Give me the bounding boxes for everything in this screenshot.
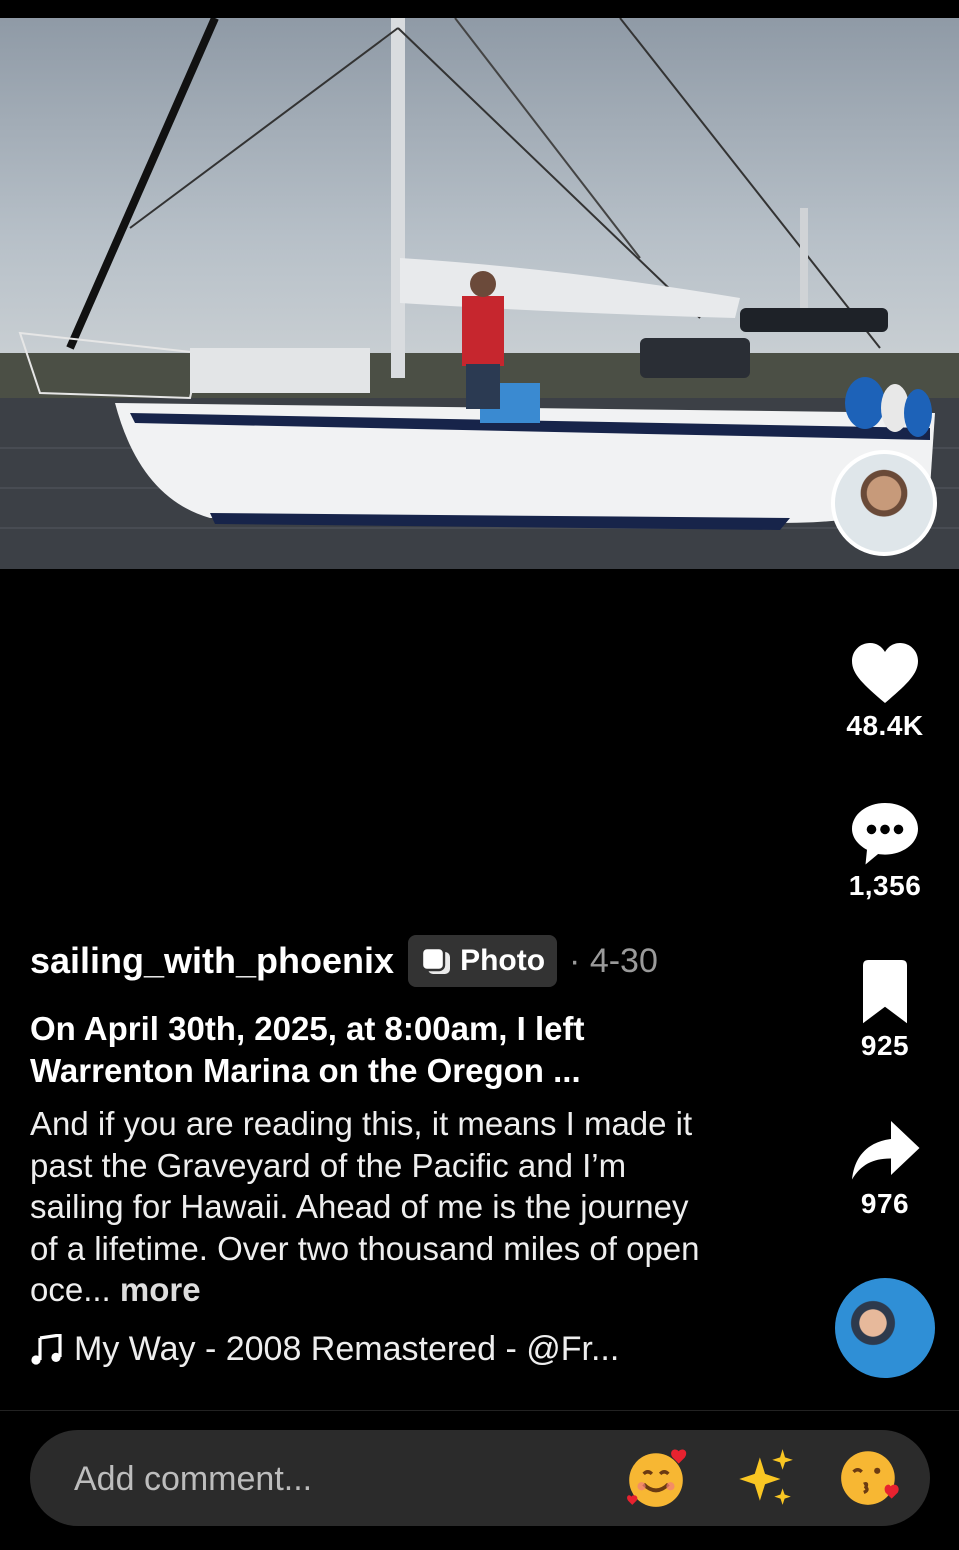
more-link[interactable]: more: [120, 1271, 201, 1308]
comment-button[interactable]: 1,356: [830, 800, 940, 902]
smiling-face-with-hearts-icon: [627, 1449, 687, 1507]
photo-stack-icon: [420, 946, 451, 974]
post-photo[interactable]: [0, 18, 959, 569]
share-arrow-icon: [852, 1121, 920, 1180]
save-button[interactable]: 925: [830, 960, 940, 1062]
post-date: · 4-30: [569, 941, 658, 980]
save-count: 925: [860, 1030, 910, 1061]
emoji-blowing-kiss-button[interactable]: [836, 1444, 904, 1512]
caption-title: On April 30th, 2025, at 8:00am, I left W…: [30, 1010, 585, 1089]
divider: [0, 1410, 959, 1411]
photo-badge-label: Photo: [460, 944, 546, 977]
music-disc[interactable]: [835, 1278, 935, 1378]
music-note-icon: [31, 1333, 62, 1365]
emoji-smiling-hearts-button[interactable]: [622, 1444, 690, 1512]
like-count: 48.4K: [846, 710, 924, 741]
author-row: sailing_with_phoenix Photo · 4-30: [30, 933, 658, 989]
comment-input[interactable]: [72, 1430, 596, 1528]
face-blowing-kiss-icon: [841, 1451, 899, 1505]
sparkles-icon: [739, 1449, 793, 1505]
share-count: 976: [860, 1188, 910, 1219]
username[interactable]: sailing_with_phoenix: [30, 940, 394, 982]
music-row[interactable]: My Way - 2008 Remastered - @Fr...: [30, 1330, 619, 1369]
comment-bar: [30, 1430, 930, 1528]
comment-bubble-icon: [852, 803, 918, 865]
bookmark-icon: [863, 960, 907, 1024]
heart-icon: [852, 643, 918, 703]
photo-badge: Photo: [408, 935, 558, 987]
share-button[interactable]: 976: [830, 1118, 940, 1220]
music-title: My Way - 2008 Remastered - @Fr...: [74, 1330, 620, 1368]
creator-avatar[interactable]: [831, 450, 937, 556]
sailboat-photo: [0, 18, 959, 569]
comment-count: 1,356: [848, 870, 922, 901]
like-button[interactable]: 48.4K: [830, 640, 940, 742]
emoji-sparkles-button[interactable]: [730, 1444, 798, 1512]
caption-body[interactable]: And if you are reading this, it means I …: [30, 1103, 720, 1311]
